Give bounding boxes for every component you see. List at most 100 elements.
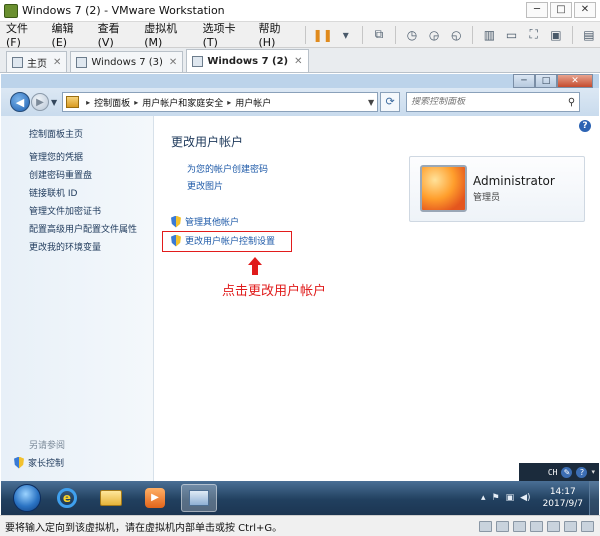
menu-tabs[interactable]: 选项卡(T) — [197, 20, 253, 49]
display-icon[interactable] — [581, 520, 594, 532]
vmware-logo-icon — [4, 3, 18, 18]
account-name: Administrator — [473, 174, 555, 188]
window-title: Windows 7 (2) - VMware Workstation — [22, 4, 225, 17]
forward-arrow-icon[interactable]: ▶ — [31, 93, 49, 111]
device-icons — [479, 520, 594, 532]
menu-edit[interactable]: 编辑(E) — [46, 20, 92, 49]
folder-icon — [100, 490, 122, 506]
tab-windows7-3[interactable]: Windows 7 (3) ✕ — [70, 51, 184, 72]
status-message: 要将输入定向到该虚拟机，请在虚拟机内部单击或按 Ctrl+G。 — [5, 522, 283, 534]
menu-help[interactable]: 帮助(H) — [253, 20, 300, 49]
help-icon[interactable]: ? — [579, 120, 591, 132]
main-content: ? 更改用户帐户 为您的帐户创建密码 更改图片 管理其他帐户 更改用户帐户控制设… — [155, 116, 599, 481]
dropdown-icon[interactable]: ▾ — [337, 25, 355, 45]
fullscreen-icon[interactable]: ⛶ — [525, 25, 543, 45]
address-field[interactable]: ▸ 控制面板 ▸ 用户帐户和家庭安全 ▸ 用户帐户 ▼ — [62, 92, 379, 112]
parental-controls-link[interactable]: 家长控制 — [14, 456, 64, 469]
network-icon[interactable]: ▣ — [506, 493, 515, 503]
manage-other-accounts-label: 管理其他帐户 — [185, 218, 240, 228]
breadcrumb-separator-icon[interactable]: ▸ — [134, 98, 138, 107]
taskbar-ie[interactable]: e — [49, 484, 85, 512]
parental-controls-label: 家长控制 — [28, 459, 65, 469]
show-desktop-button[interactable] — [589, 481, 599, 515]
taskbar-media-player[interactable]: ▶ — [137, 484, 173, 512]
volume-icon[interactable]: ◀) — [520, 493, 530, 503]
menu-view[interactable]: 查看(V) — [92, 20, 139, 49]
usb-icon[interactable] — [530, 520, 543, 532]
cd-drive-icon[interactable] — [496, 520, 509, 532]
left-nav-links: 管理您的凭据 创建密码重置盘 链接联机 ID 管理文件加密证书 配置高级用户配置… — [29, 152, 137, 254]
menu-file[interactable]: 文件(F) — [0, 20, 46, 49]
account-card: Administrator 管理员 — [409, 156, 585, 222]
vmware-status-bar: 要将输入定向到该虚拟机，请在虚拟机内部单击或按 Ctrl+G。 — [0, 515, 600, 536]
back-arrow-icon[interactable]: ◀ — [10, 92, 30, 112]
pause-icon[interactable]: ❚❚ — [313, 25, 333, 45]
manage-other-accounts-link[interactable]: 管理其他帐户 — [171, 215, 239, 228]
window-controls: ─ □ ✕ — [526, 2, 596, 18]
breadcrumb-separator-icon[interactable]: ▸ — [227, 98, 231, 107]
explorer-minimize-button[interactable]: ─ — [513, 74, 535, 88]
guest-screen[interactable]: ─ □ ✕ ◀ ▶ ▼ ▸ 控制面板 ▸ 用户帐户和家庭安全 ▸ 用户帐户 ▼ … — [1, 74, 599, 515]
uac-shield-icon — [171, 215, 181, 228]
manage-encryption-certs-link[interactable]: 管理文件加密证书 — [29, 206, 137, 218]
close-tab-icon[interactable]: ✕ — [53, 57, 61, 68]
clock[interactable]: 14:17 2017/9/7 — [543, 486, 583, 510]
tab-windows7-2[interactable]: Windows 7 (2) ✕ — [186, 49, 309, 72]
control-panel-home-link[interactable]: 控制面板主页 — [29, 127, 83, 140]
vm-icon — [192, 55, 204, 67]
sound-icon[interactable] — [547, 520, 560, 532]
hard-disk-icon[interactable] — [479, 520, 492, 532]
breadcrumb-separator-icon[interactable]: ▸ — [86, 98, 90, 107]
link-online-id-link[interactable]: 链接联机 ID — [29, 188, 137, 200]
start-button[interactable] — [13, 484, 41, 512]
search-input[interactable] — [411, 97, 562, 107]
home-icon — [12, 56, 23, 68]
show-hidden-icons-icon[interactable]: ▴ — [481, 493, 486, 503]
close-button[interactable]: ✕ — [574, 2, 596, 18]
breadcrumb-control-panel[interactable]: 控制面板 — [94, 96, 130, 109]
minimize-button[interactable]: ─ — [526, 2, 548, 18]
breadcrumb-user-accounts[interactable]: 用户帐户 — [235, 96, 271, 109]
breadcrumb-user-accounts-family[interactable]: 用户帐户和家庭安全 — [142, 96, 223, 109]
send-keys-icon[interactable]: ⧉ — [370, 25, 388, 45]
close-tab-icon[interactable]: ✕ — [294, 56, 302, 67]
snapshot-icon[interactable]: ◷ — [403, 25, 421, 45]
search-box[interactable]: ⚲ — [406, 92, 581, 112]
library-view-icon[interactable]: ▥ — [480, 25, 498, 45]
close-tab-icon[interactable]: ✕ — [169, 57, 177, 68]
network-adapter-icon[interactable] — [513, 520, 526, 532]
thumbnail-view-icon[interactable]: ▭ — [502, 25, 520, 45]
langbar-options-icon[interactable]: ▾ — [591, 468, 595, 476]
console-view-icon[interactable]: ▤ — [580, 25, 598, 45]
flag-icon[interactable]: ⚑ — [492, 493, 500, 503]
vmware-title-bar: Windows 7 (2) - VMware Workstation ─ □ ✕ — [0, 0, 600, 22]
language-indicator[interactable]: CH — [548, 468, 558, 477]
change-picture-link[interactable]: 更改图片 — [187, 179, 223, 192]
snapshot-manager-icon[interactable]: ◵ — [447, 25, 465, 45]
unity-icon[interactable]: ▣ — [547, 25, 565, 45]
recent-pages-dropdown-icon[interactable]: ▼ — [51, 98, 57, 107]
tab-home[interactable]: 主页 ✕ — [6, 51, 68, 72]
advanced-profile-properties-link[interactable]: 配置高级用户配置文件属性 — [29, 224, 137, 236]
maximize-button[interactable]: □ — [550, 2, 572, 18]
create-password-link[interactable]: 为您的帐户创建密码 — [187, 162, 268, 175]
language-bar[interactable]: CH ✎ ? ▾ — [519, 463, 599, 481]
printer-icon[interactable] — [564, 520, 577, 532]
address-dropdown-icon[interactable]: ▼ — [368, 98, 374, 107]
environment-variables-link[interactable]: 更改我的环境变量 — [29, 242, 137, 254]
menu-vm[interactable]: 虚拟机(M) — [138, 20, 196, 49]
explorer-caption: ─ □ ✕ — [1, 74, 599, 88]
create-reset-disk-link[interactable]: 创建密码重置盘 — [29, 170, 137, 182]
manage-credentials-link[interactable]: 管理您的凭据 — [29, 152, 137, 164]
guest-taskbar: e ▶ ▴ ⚑ ▣ ◀) 14:17 2017/9/7 — [1, 481, 599, 515]
refresh-icon[interactable]: ⟳ — [380, 92, 401, 112]
taskbar-explorer[interactable] — [93, 484, 129, 512]
search-icon[interactable]: ⚲ — [568, 97, 575, 108]
explorer-maximize-button[interactable]: □ — [535, 74, 557, 88]
taskbar-control-panel[interactable] — [181, 484, 217, 512]
media-player-icon: ▶ — [145, 488, 165, 508]
explorer-close-button[interactable]: ✕ — [557, 74, 593, 88]
ime-icon[interactable]: ✎ — [561, 466, 573, 478]
revert-snapshot-icon[interactable]: ◶ — [425, 25, 443, 45]
langbar-help-icon[interactable]: ? — [576, 466, 588, 478]
